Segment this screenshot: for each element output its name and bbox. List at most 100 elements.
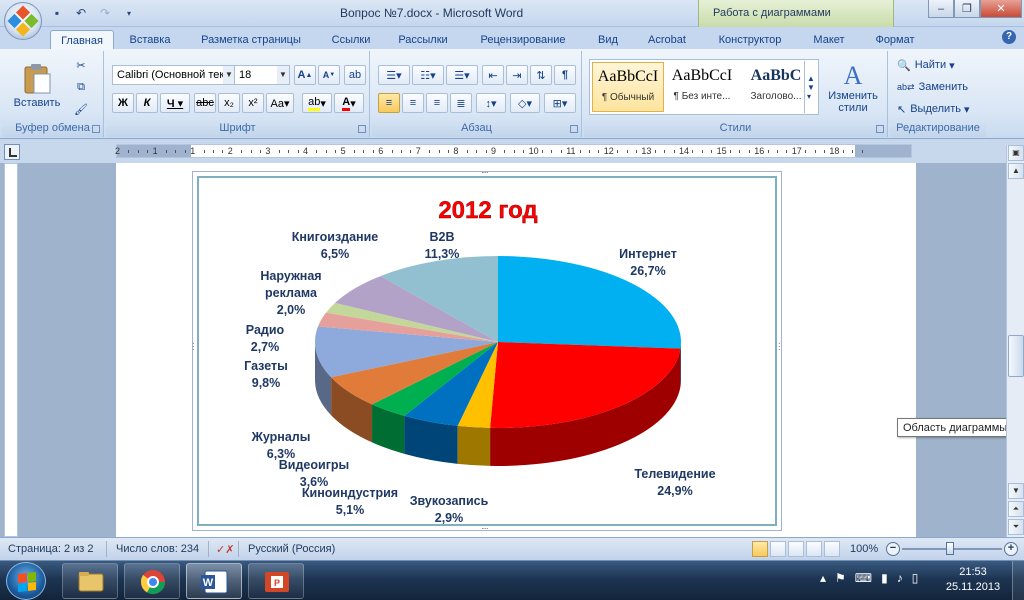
styles-scroll-icon[interactable]: ▲ ▼ ▾ [804,60,818,114]
close-button[interactable]: ✕ [980,0,1022,18]
font-size-combo[interactable]: 18 ▼ [234,65,290,85]
customize-qat-icon[interactable]: ▾ [120,4,138,22]
start-button[interactable] [6,562,46,600]
tab-selector-icon[interactable] [4,144,20,160]
styles-launcher-icon[interactable] [876,125,884,133]
paragraph-launcher-icon[interactable] [570,125,578,133]
tab-references[interactable]: Ссылки [322,30,380,49]
data-label[interactable]: Радио 2,7% [246,323,285,354]
tab-format[interactable]: Формат [864,30,926,49]
show-marks-icon[interactable]: ¶ [554,65,576,85]
next-page-icon[interactable]: ⏷ [1008,519,1024,535]
outline-view-icon[interactable] [806,541,822,557]
flag-icon[interactable]: ⚑ [835,571,846,585]
scroll-up-icon[interactable]: ▲ [1008,163,1024,179]
data-label[interactable]: Книгоиздание 6,5% [292,230,379,261]
undo-icon[interactable]: ↶ [72,4,90,22]
line-spacing-icon[interactable]: ↕▾ [476,93,506,113]
tab-home[interactable]: Главная [50,30,114,49]
data-label[interactable]: Наружная реклама 2,0% [260,269,321,317]
italic-icon[interactable]: К [136,93,158,113]
tab-acrobat[interactable]: Acrobat [638,30,696,49]
justify-icon[interactable]: ≣ [450,93,472,113]
proofing-icon[interactable]: ✓✗ [216,543,234,556]
borders-icon[interactable]: ⊞▾ [544,93,576,113]
tab-design[interactable]: Конструктор [708,30,792,49]
subscript-icon[interactable]: x₂ [218,93,240,113]
bullets-icon[interactable]: ☰▾ [378,65,410,85]
font-name-combo[interactable]: Calibri (Основной текст) ▼ [112,65,236,85]
office-button[interactable] [4,2,42,40]
chart-area[interactable]: ···· ···· · · · · · · 2012 год Интернет 26,7% Т… [192,169,783,533]
style-heading1[interactable]: AaBbC Заголово... [740,62,812,112]
shading-icon[interactable]: ◇▾ [510,93,540,113]
strikethrough-icon[interactable]: abc [194,93,216,113]
pie-slice-side[interactable] [457,425,491,466]
data-label[interactable]: Телевидение 24,9% [634,467,715,498]
copy-icon[interactable]: ⧉ [70,77,92,97]
bold-icon[interactable]: Ж [112,93,134,113]
underline-icon[interactable]: Ч ▾ [160,93,190,113]
superscript-icon[interactable]: x² [242,93,264,113]
format-painter-icon[interactable]: 🖌 [70,99,92,119]
draft-view-icon[interactable] [824,541,840,557]
help-icon[interactable]: ? [1002,30,1016,44]
zoom-in-icon[interactable]: + [1004,542,1018,556]
web-layout-view-icon[interactable] [788,541,804,557]
replace-button[interactable]: ab⇄ Заменить [896,77,980,97]
align-center-icon[interactable]: ≡ [402,93,424,113]
full-screen-view-icon[interactable] [770,541,786,557]
highlight-icon[interactable]: ab ▾ [302,93,332,113]
data-label[interactable]: B2B 11,3% [425,230,460,261]
change-styles-button[interactable]: A Изменить стили [824,57,882,119]
numbering-icon[interactable]: ☷▾ [412,65,444,85]
font-color-icon[interactable]: A ▾ [334,93,364,113]
tab-insert[interactable]: Вставка [122,30,178,49]
show-hidden-icons-icon[interactable]: ▴ [820,571,826,585]
align-left-icon[interactable]: ≡ [378,93,400,113]
network-icon[interactable]: ▮ [881,571,888,585]
pie-slice-side[interactable] [680,342,681,387]
tab-view[interactable]: Вид [586,30,630,49]
multilevel-list-icon[interactable]: ☰▾ [446,65,478,85]
find-button[interactable]: 🔍 Найти ▾ [896,55,980,75]
font-size-dropdown-icon[interactable]: ▼ [277,66,289,84]
sort-icon[interactable]: ⇅ [530,65,552,85]
language-indicator[interactable]: Русский (Россия) [248,543,335,555]
redo-icon[interactable]: ↷ [96,4,114,22]
tab-mailings[interactable]: Рассылки [389,30,457,49]
data-label[interactable]: Киноиндустрия 5,1% [302,486,398,517]
vertical-scrollbar[interactable]: ▣ ▲ ▼ ⏶ ⏷ [1006,145,1024,537]
power-icon[interactable]: ▯ [912,571,919,585]
zoom-out-icon[interactable]: − [886,542,900,556]
shrink-font-icon[interactable]: A ▼ [318,65,340,85]
volume-icon[interactable]: ♪ [897,571,903,585]
align-right-icon[interactable]: ≡ [426,93,448,113]
data-label[interactable]: Видеоигры 3,6% [279,458,349,489]
keyboard-icon[interactable]: ⌨ [855,571,872,585]
pie-chart[interactable]: 2012 год Интернет 26,7% Телевидение 24,9% Зву… [193,172,783,532]
scroll-down-icon[interactable]: ▼ [1008,483,1024,499]
data-label[interactable]: Журналы 6,3% [251,430,311,461]
tab-page-layout[interactable]: Разметка страницы [188,30,314,49]
style-no-spacing[interactable]: AaBbCcI ¶ Без инте... [666,62,738,112]
clock[interactable]: 21:53 25.11.2013 [938,565,1008,595]
decrease-indent-icon[interactable]: ⇤ [482,65,504,85]
grow-font-icon[interactable]: A ▲ [294,65,316,85]
tab-layout[interactable]: Макет [802,30,856,49]
taskbar-powerpoint[interactable]: P [248,563,304,599]
page-count[interactable]: Страница: 2 из 2 [8,543,94,555]
taskbar-word[interactable]: W [186,563,242,599]
restore-button[interactable]: ❐ [954,0,980,18]
cut-icon[interactable]: ✂ [70,55,92,75]
vertical-ruler[interactable] [4,163,18,537]
ruler-toggle-icon[interactable]: ▣ [1008,145,1024,161]
data-label[interactable]: Интернет 26,7% [619,247,677,278]
chart-title[interactable]: 2012 год [438,197,538,224]
previous-page-icon[interactable]: ⏶ [1008,501,1024,517]
save-icon[interactable]: ▪ [48,4,66,22]
style-normal[interactable]: AaBbCcI ¶ Обычный [592,62,664,112]
taskbar-explorer[interactable] [62,563,118,599]
word-count[interactable]: Число слов: 234 [116,543,199,555]
zoom-level[interactable]: 100% [850,543,878,555]
